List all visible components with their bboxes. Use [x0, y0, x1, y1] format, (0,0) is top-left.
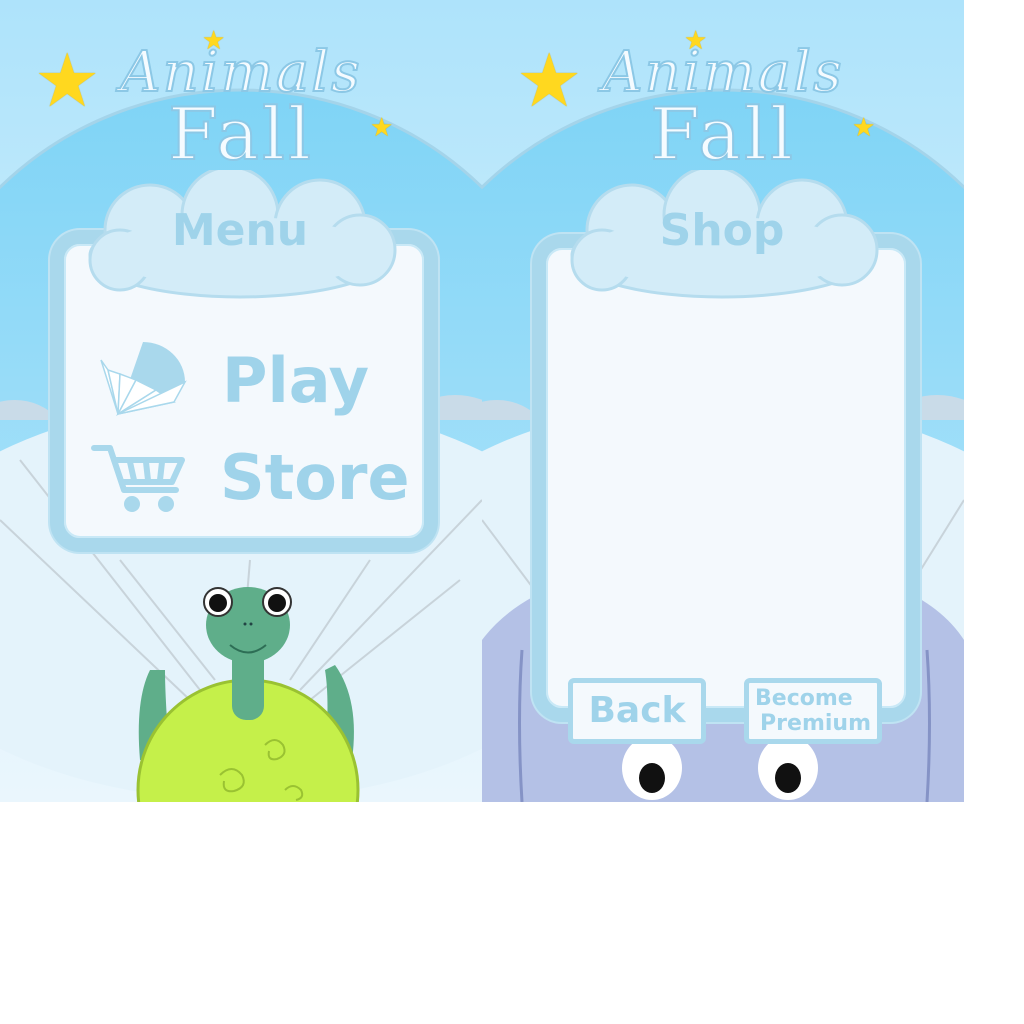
shopping-cart-icon — [91, 445, 185, 512]
become-premium-button[interactable]: Become Premium — [744, 678, 882, 744]
store-button[interactable]: Store — [90, 440, 410, 515]
back-button-label: Back — [588, 690, 686, 731]
logo-title-line2: Fall — [167, 91, 315, 177]
logo-title-line2: Fall — [649, 91, 797, 177]
parachute-icon — [100, 342, 187, 417]
shop-screen: ★ ★ ★ Animals Fall Shop Back Become Prem… — [482, 0, 964, 802]
play-button[interactable]: Play — [98, 340, 369, 420]
premium-label-line2: Premium — [760, 711, 871, 736]
shop-title: Shop — [659, 205, 785, 256]
store-label: Store — [220, 441, 410, 514]
menu-title: Menu — [171, 205, 309, 256]
menu-screen: ★ ★ ★ Animals Fall Menu Play Store — [0, 0, 482, 802]
shop-panel — [532, 234, 920, 722]
premium-label-line1: Become — [755, 686, 853, 711]
play-label: Play — [222, 343, 370, 417]
back-button[interactable]: Back — [568, 678, 706, 744]
